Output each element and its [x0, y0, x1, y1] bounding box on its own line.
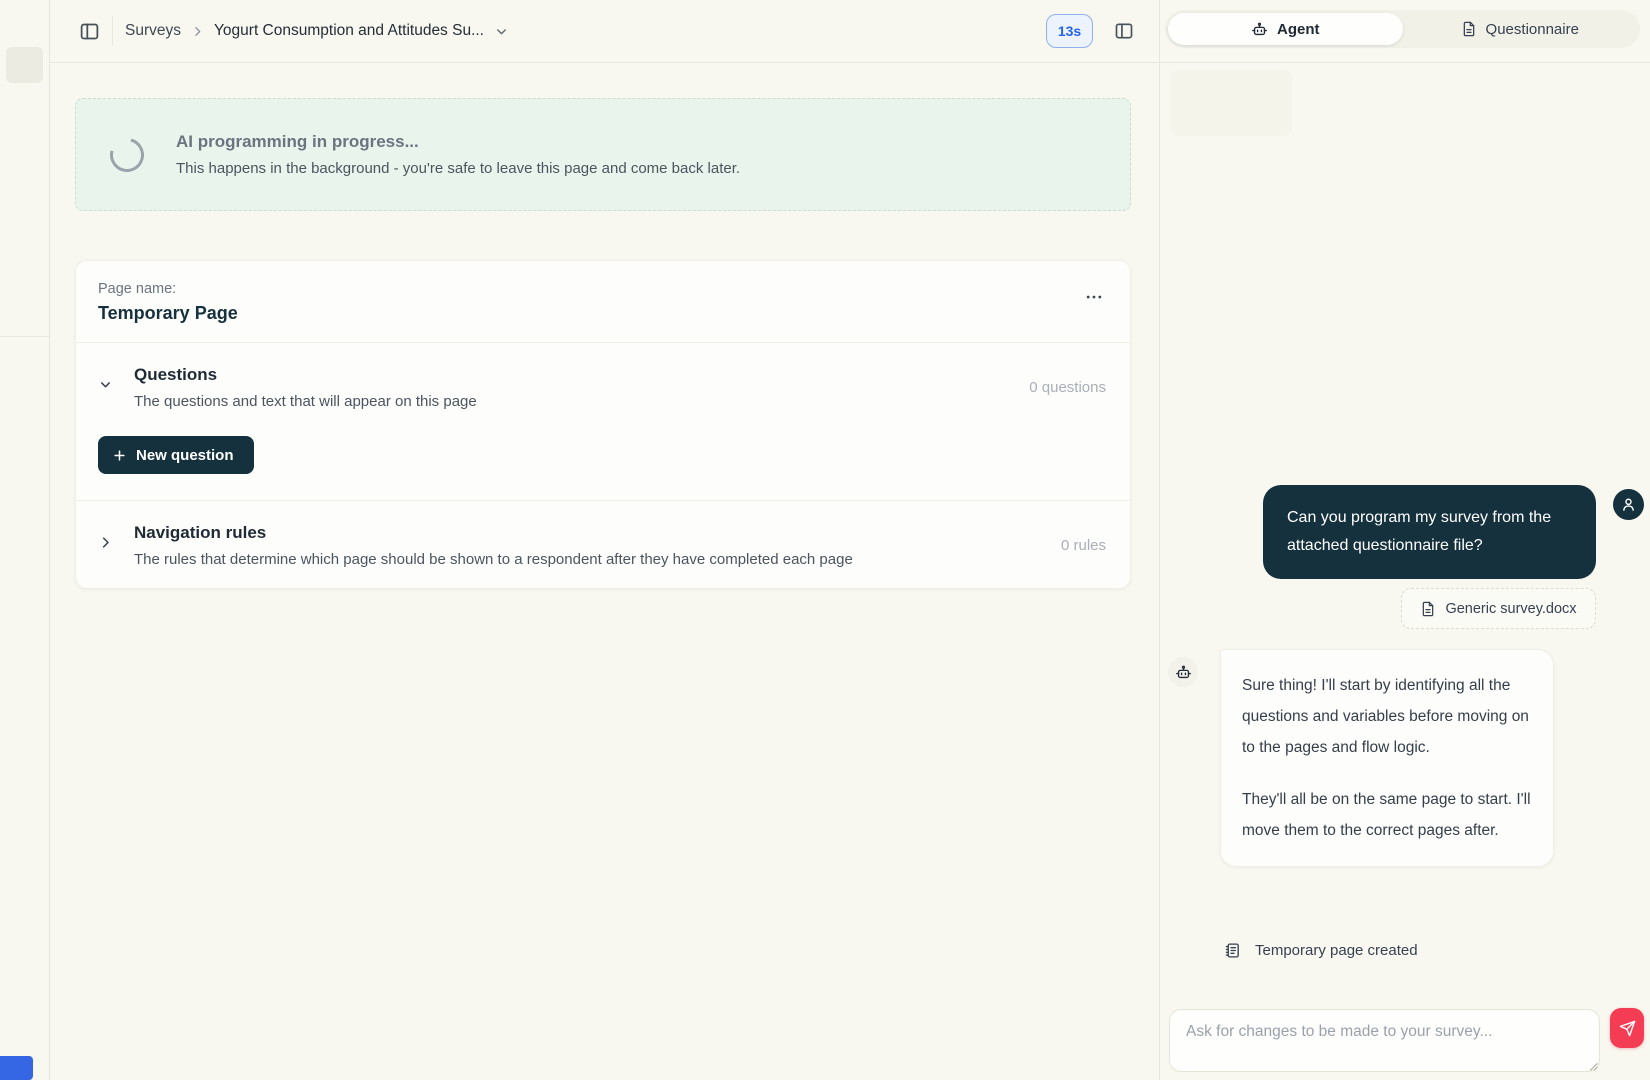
- navigation-title: Navigation rules: [134, 523, 853, 543]
- spinner-icon: [104, 131, 150, 177]
- panel-left-icon: [79, 21, 100, 42]
- attachment-chip[interactable]: Generic survey.docx: [1401, 588, 1596, 629]
- questions-count: 0 questions: [1029, 379, 1106, 396]
- panel-right-icon: [1114, 21, 1134, 41]
- tab-questionnaire[interactable]: Questionnaire: [1403, 13, 1638, 45]
- page-card-header: Page name: Temporary Page: [76, 261, 1130, 343]
- panel-tab-group: Agent Questionnaire: [1165, 10, 1640, 48]
- tab-questionnaire-label: Questionnaire: [1486, 21, 1579, 38]
- page-name-label: Page name:: [98, 281, 1106, 297]
- paper-plane-icon: [1619, 1020, 1636, 1037]
- page-options-button[interactable]: [1084, 287, 1104, 307]
- chevron-down-icon: [494, 24, 509, 39]
- navigation-collapse-toggle[interactable]: [98, 523, 134, 568]
- navigation-rules-section: Navigation rules The rules that determin…: [76, 500, 1130, 588]
- agent-chat-panel: Agent Questionnaire Can you program my s…: [1159, 0, 1650, 1080]
- chevron-right-icon: [98, 535, 113, 568]
- blue-marker: [0, 1056, 33, 1080]
- document-icon: [1420, 601, 1436, 617]
- chat-input[interactable]: [1169, 1009, 1600, 1072]
- main-header: Surveys Yogurt Consumption and Attitudes…: [50, 0, 1159, 63]
- chevron-down-icon: [98, 377, 113, 410]
- robot-icon: [1251, 21, 1268, 38]
- ai-progress-banner: AI programming in progress... This happe…: [75, 98, 1131, 211]
- banner-subtitle: This happens in the background - you're …: [176, 160, 740, 177]
- agent-message-paragraph: Sure thing! I'll start by identifying al…: [1242, 670, 1532, 763]
- questions-section: Questions The questions and text that wi…: [76, 343, 1130, 500]
- navigation-count: 0 rules: [1061, 537, 1106, 554]
- chat-panel-header: Agent Questionnaire: [1160, 0, 1650, 63]
- status-text: Temporary page created: [1255, 942, 1418, 959]
- banner-text: AI programming in progress... This happe…: [176, 132, 740, 177]
- chat-message-list: Can you program my survey from the attac…: [1160, 63, 1650, 995]
- questions-title: Questions: [134, 365, 477, 385]
- chat-composer: [1160, 995, 1650, 1080]
- rail-skeleton-block: [6, 47, 43, 83]
- banner-title: AI programming in progress...: [176, 132, 740, 152]
- journal-icon: [1224, 942, 1241, 959]
- send-button[interactable]: [1610, 1008, 1644, 1048]
- sidebar-toggle-button[interactable]: [72, 14, 106, 48]
- page-card: Page name: Temporary Page Questions The …: [75, 260, 1131, 589]
- breadcrumb-current-survey[interactable]: Yogurt Consumption and Attitudes Su...: [214, 22, 509, 40]
- user-avatar: [1613, 489, 1644, 520]
- timer-badge: 13s: [1046, 14, 1093, 48]
- page-name-value: Temporary Page: [98, 303, 1106, 324]
- tab-agent-label: Agent: [1277, 21, 1320, 38]
- status-row: Temporary page created: [1224, 942, 1418, 959]
- right-panel-toggle-button[interactable]: [1107, 14, 1141, 48]
- header-right-group: 13s: [1046, 14, 1159, 48]
- new-question-button[interactable]: New question: [98, 436, 254, 474]
- agent-message-bubble: Sure thing! I'll start by identifying al…: [1220, 649, 1554, 867]
- left-rail: [0, 0, 50, 1080]
- breadcrumb-surveys-link[interactable]: Surveys: [125, 22, 181, 40]
- agent-message-paragraph: They'll all be on the same page to start…: [1242, 784, 1532, 846]
- plus-icon: [112, 448, 127, 463]
- app-canvas: Surveys Yogurt Consumption and Attitudes…: [0, 0, 1650, 1080]
- rail-divider: [0, 336, 50, 337]
- header-separator: [112, 16, 113, 46]
- questions-collapse-toggle[interactable]: [98, 365, 134, 410]
- questions-description: The questions and text that will appear …: [134, 393, 477, 410]
- ellipsis-icon: [1084, 287, 1104, 307]
- new-question-label: New question: [136, 447, 234, 464]
- tab-agent[interactable]: Agent: [1168, 13, 1403, 45]
- chevron-right-icon: [191, 25, 204, 38]
- person-icon: [1620, 496, 1637, 513]
- robot-icon: [1175, 664, 1192, 681]
- breadcrumb: Surveys Yogurt Consumption and Attitudes…: [125, 22, 509, 40]
- user-message-bubble: Can you program my survey from the attac…: [1263, 485, 1596, 579]
- survey-title: Yogurt Consumption and Attitudes Su...: [214, 22, 484, 40]
- navigation-description: The rules that determine which page shou…: [134, 551, 853, 568]
- agent-avatar: [1168, 657, 1198, 687]
- attachment-name: Generic survey.docx: [1445, 601, 1576, 617]
- document-icon: [1461, 21, 1477, 37]
